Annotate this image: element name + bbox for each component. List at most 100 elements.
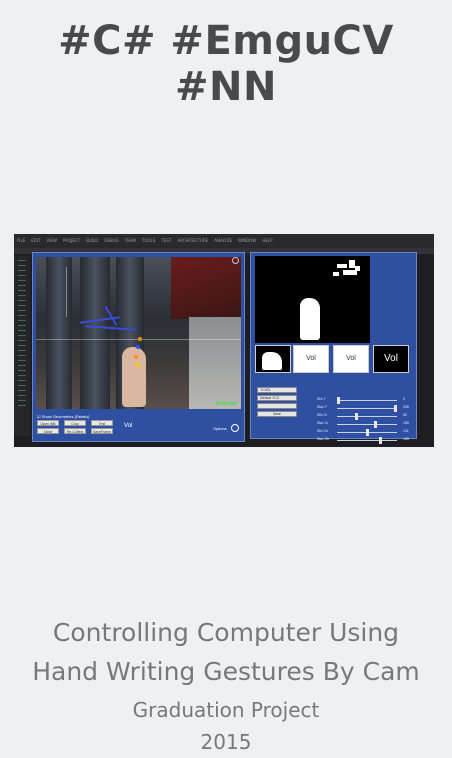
slider-row: Max Y 255 <box>317 405 413 412</box>
slider-value: 131 <box>403 429 409 433</box>
show-geometries-checkbox[interactable]: ☑ Show Geometries (Retails) <box>37 414 90 419</box>
gutter-line <box>18 385 26 386</box>
slider-label: Max Cr <box>317 421 329 425</box>
clear-button[interactable]: Clear <box>37 428 59 434</box>
menu-item[interactable]: DEBUG <box>104 238 118 243</box>
options-label: Options <box>213 426 227 431</box>
gutter-line <box>18 315 26 316</box>
gesture-thumbnail: Vol <box>293 345 329 373</box>
gesture-thumbnail: Vol <box>333 345 369 373</box>
hand-thumbnail <box>255 345 291 373</box>
menu-item[interactable]: WINDOW <box>238 238 256 243</box>
slider-knob[interactable] <box>337 397 340 404</box>
show-geometries-label: Show Geometries (Retails) <box>41 414 90 419</box>
gutter-line <box>18 345 26 346</box>
color-mode-select[interactable]: YCrCb <box>257 387 297 393</box>
camera-preview-window: Detected ☑ Show Geometries (Retails) Ope… <box>32 252 245 442</box>
slider-track[interactable] <box>337 440 397 441</box>
gutter-line <box>18 350 26 351</box>
close-icon[interactable] <box>232 257 239 264</box>
gutter-line <box>18 300 26 301</box>
menu-item[interactable]: BUILD <box>86 238 98 243</box>
recollect-button[interactable]: Re-Collect <box>64 428 86 434</box>
gutter-line <box>18 270 26 271</box>
slider-row: Min Y 0 <box>317 397 413 404</box>
slider-track[interactable] <box>337 408 397 409</box>
menu-item[interactable]: PROJECT <box>63 238 80 243</box>
project-title-line1: Controlling Computer Using <box>52 618 400 647</box>
gutter-line <box>18 370 26 371</box>
gutter-line <box>18 360 26 361</box>
gutter-line <box>18 295 26 296</box>
ide-menubar: FILE EDIT VIEW PROJECT BUILD DEBUG TEAM TOOLS TE… <box>14 234 434 248</box>
menu-item[interactable]: ANALYZE <box>214 238 232 243</box>
slider-knob[interactable] <box>354 413 358 420</box>
camera-feed: Detected <box>36 257 241 409</box>
background-object <box>171 257 241 319</box>
open-wb-button[interactable]: Open WB <box>37 420 59 426</box>
slider-knob[interactable] <box>366 429 370 436</box>
gutter-line <box>18 265 26 266</box>
menu-item[interactable]: FILE <box>17 238 25 243</box>
recognized-gesture-label: Vol <box>124 423 133 429</box>
slider-track[interactable] <box>337 424 397 425</box>
fingertip-marker <box>136 345 140 349</box>
menu-item[interactable]: VIEW <box>46 238 56 243</box>
gutter-line <box>18 275 26 276</box>
slider-row: Min Cr 80 <box>317 413 413 420</box>
slider-value: 80 <box>403 413 407 417</box>
gutter-line <box>18 395 26 396</box>
gutter-line <box>18 355 26 356</box>
slider-track[interactable] <box>337 416 397 417</box>
value-input[interactable] <box>257 403 297 409</box>
slider-knob[interactable] <box>374 421 378 428</box>
options-arrow-icon[interactable] <box>231 424 239 432</box>
save-button[interactable]: Save <box>257 411 297 417</box>
slider-track[interactable] <box>337 400 397 401</box>
app-screenshot: FILE EDIT VIEW PROJECT BUILD DEBUG TEAM TOOLS TE… <box>14 234 434 447</box>
project-subtitle: Graduation Project <box>132 698 320 722</box>
slider-row: Max Cb 185 <box>317 437 413 444</box>
slider-label: Min Cb <box>317 429 329 433</box>
hashtags-heading: #C# #EmguCV #NN <box>58 18 394 110</box>
detection-status: Detected <box>215 401 237 407</box>
test-button[interactable]: Test <box>91 420 113 426</box>
save-frame-button[interactable]: SaveFrame <box>91 428 113 434</box>
menu-item[interactable]: TEST <box>161 238 171 243</box>
gutter-line <box>18 320 26 321</box>
crop-button[interactable]: Crop <box>64 420 86 426</box>
mask-hand-shape <box>300 298 320 340</box>
slider-row: Min Cb 131 <box>317 429 413 436</box>
slider-label: Min Cr <box>317 413 328 417</box>
gutter-line <box>18 280 26 281</box>
gutter-line <box>18 290 26 291</box>
code-gutter <box>14 256 30 436</box>
slider-knob[interactable] <box>378 437 382 444</box>
slider-label: Min Y <box>317 397 326 401</box>
binary-mask-view <box>255 256 370 343</box>
detect-mode-select[interactable]: Default YCC <box>257 395 297 401</box>
gutter-line <box>18 335 26 336</box>
gutter-line <box>18 325 26 326</box>
menu-item[interactable]: TEAM <box>125 238 136 243</box>
menu-item[interactable]: ARCHITECTURE <box>177 238 208 243</box>
gutter-line <box>18 390 26 391</box>
preview-controls: ☑ Show Geometries (Retails) Open WB Crop… <box>37 414 242 440</box>
slider-value: 165 <box>403 421 409 425</box>
slider-label: Max Cb <box>317 437 330 441</box>
project-year: 2015 <box>200 730 252 754</box>
gesture-thumbnail-processed: Vol <box>373 345 409 373</box>
gutter-line <box>18 305 26 306</box>
gutter-line <box>18 330 26 331</box>
slider-row: Max Cr 165 <box>317 421 413 428</box>
menu-item[interactable]: EDIT <box>31 238 40 243</box>
gutter-line <box>18 285 26 286</box>
menu-item[interactable]: HELP <box>262 238 272 243</box>
menu-item[interactable]: TOOLS <box>142 238 156 243</box>
slider-value: 185 <box>403 437 409 441</box>
fingertip-marker <box>134 355 138 359</box>
slider-knob[interactable] <box>394 405 397 412</box>
fingertip-marker <box>136 363 140 367</box>
gutter-line <box>18 405 26 406</box>
gutter-line <box>18 310 26 311</box>
